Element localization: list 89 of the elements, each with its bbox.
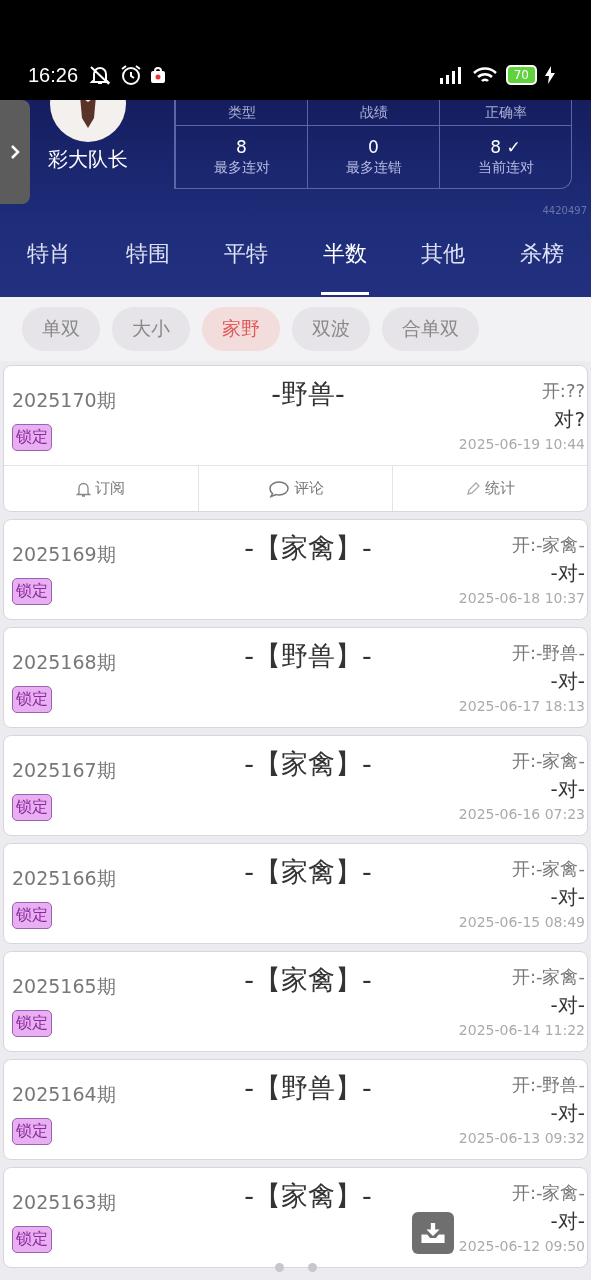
user-id: 4420497 [542,204,587,216]
filter-chip[interactable]: 单双 [22,307,100,351]
prediction-text: -【家禽】- [243,855,373,889]
locked-badge: 锁定 [12,1118,52,1145]
category-tab[interactable]: 其他 [394,225,493,297]
period-number: 2025168期 [12,650,116,675]
card-action-button[interactable]: 统计 [392,466,587,511]
stat-value: 8 ✓ [490,137,521,157]
locked-badge: 锁定 [12,1226,52,1253]
filter-chip[interactable]: 家野 [202,307,280,351]
speech-bubble-icon [267,479,290,498]
status-time: 16:26 [28,63,79,87]
prediction-text: -【野兽】- [243,1071,373,1105]
charging-bolt-icon [545,66,555,84]
battery-indicator: 70 [505,65,537,85]
filter-chip[interactable]: 大小 [112,307,190,351]
side-drawer-handle[interactable] [0,100,30,204]
stats-header: 战绩 [307,100,439,126]
stat-label: 当前连对 [477,159,534,177]
draw-result: 开:-野兽- [511,1073,585,1097]
draw-result: 开:-家禽- [511,1181,585,1205]
prediction-text: -【家禽】- [243,747,373,781]
category-tab[interactable]: 杀榜 [492,225,591,297]
period-number: 2025169期 [12,542,116,567]
category-tab[interactable]: 特肖 [0,225,99,297]
page-indicator-dot [274,1263,284,1272]
shopping-bag-icon [150,66,167,84]
draw-result: 开:?? [541,379,585,403]
timestamp: 2025-06-19 10:44 [458,436,585,452]
pencil-icon [465,480,482,497]
category-tab[interactable]: 半数 [295,225,394,297]
stats-header: 类型 [175,100,307,126]
verdict-text: 对? [554,406,585,433]
user-name: 彩大队长 [48,146,128,173]
timestamp: 2025-06-17 18:13 [458,698,585,714]
page-indicator-dot [307,1263,317,1272]
muted-bell-icon [88,64,113,86]
period-number: 2025166期 [12,866,116,891]
timestamp: 2025-06-13 09:32 [458,1130,585,1146]
category-tab[interactable]: 平特 [197,225,296,297]
signal-icon [437,66,464,84]
timestamp: 2025-06-18 10:37 [458,590,585,606]
period-number: 2025170期 [12,388,116,413]
stat-value: 0 [368,137,379,157]
verdict-text: -对- [550,560,585,587]
timestamp: 2025-06-15 08:49 [458,914,585,930]
prediction-text: -【家禽】- [243,1179,373,1213]
verdict-text: -对- [550,668,585,695]
locked-badge: 锁定 [12,794,52,821]
draw-result: 开:-家禽- [511,749,585,773]
locked-badge: 锁定 [12,424,52,451]
verdict-text: -对- [550,1100,585,1127]
chevron-right-icon [9,143,21,161]
prediction-text: -【家禽】- [243,531,373,565]
prediction-text: -【家禽】- [243,963,373,997]
prediction-text: -【野兽】- [243,639,373,673]
prediction-text: -野兽- [270,377,346,411]
verdict-text: -对- [550,884,585,911]
draw-result: 开:-家禽- [511,857,585,881]
download-icon [420,1221,446,1245]
verdict-text: -对- [550,1208,585,1235]
bell-icon [76,480,92,497]
stats-header: 正确率 [439,100,571,126]
stat-label: 最多连对 [213,159,270,177]
card-action-button[interactable]: 订阅 [4,466,198,511]
period-number: 2025164期 [12,1082,116,1107]
timestamp: 2025-06-14 11:22 [458,1022,585,1038]
verdict-text: -对- [550,992,585,1019]
card-action-button[interactable]: 评论 [197,466,393,511]
period-number: 2025165期 [12,974,116,999]
filter-chip[interactable]: 双波 [292,307,370,351]
stat-value: 8 [236,137,247,157]
locked-badge: 锁定 [12,578,52,605]
category-tab[interactable]: 特围 [98,225,197,297]
timestamp: 2025-06-16 07:23 [458,806,585,822]
locked-badge: 锁定 [12,1010,52,1037]
draw-result: 开:-家禽- [511,533,585,557]
alarm-clock-icon [120,64,143,86]
filter-chip[interactable]: 合单双 [382,307,479,351]
locked-badge: 锁定 [12,686,52,713]
stat-label: 最多连错 [345,159,402,177]
verdict-text: -对- [550,776,585,803]
period-number: 2025167期 [12,758,116,783]
locked-badge: 锁定 [12,902,52,929]
draw-result: 开:-野兽- [511,641,585,665]
download-button[interactable] [412,1212,454,1254]
period-number: 2025163期 [12,1190,116,1215]
draw-result: 开:-家禽- [511,965,585,989]
timestamp: 2025-06-12 09:50 [458,1238,585,1254]
